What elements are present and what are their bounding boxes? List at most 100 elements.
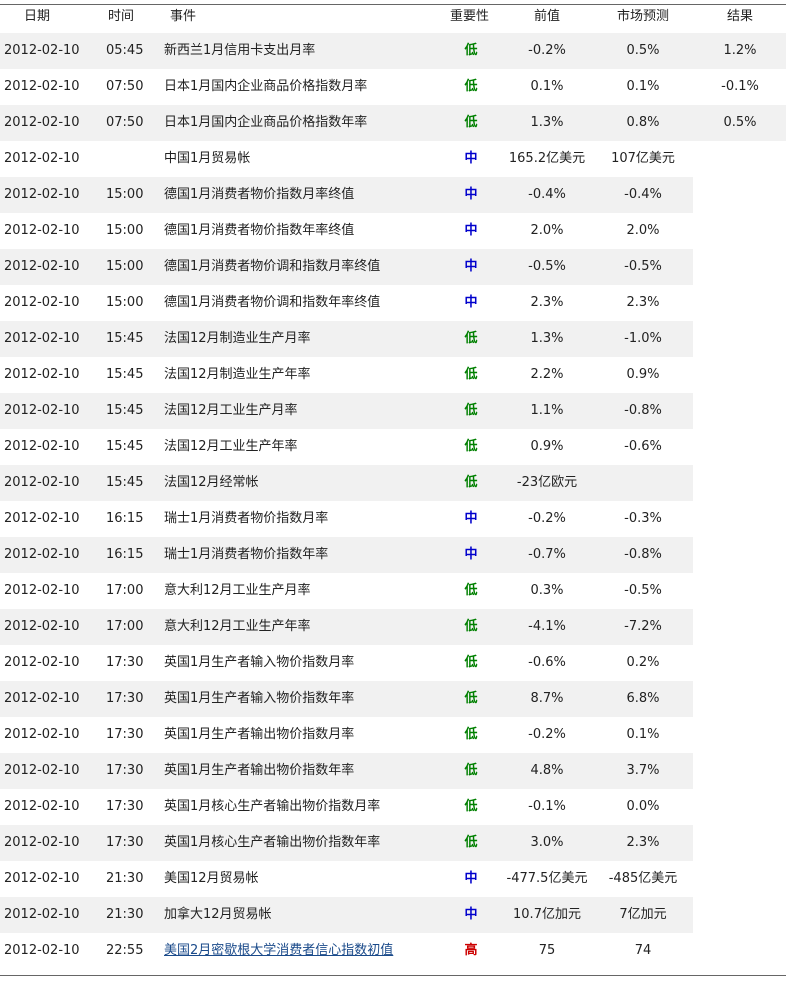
cell-date: 2012-02-10 xyxy=(4,331,80,346)
cell-importance: 低 xyxy=(464,583,478,598)
cell-previous: -0.1% xyxy=(528,799,566,814)
cell-forecast: -0.8% xyxy=(624,547,662,562)
cell-time: 17:30 xyxy=(106,655,144,670)
cell-result xyxy=(700,357,780,393)
table-row: 2012-02-10 15:00 德国1月消费者物价指数月率终值 中 -0.4% -0.4… xyxy=(0,177,786,213)
table-row: 2012-02-10 15:45 法国12月制造业生产年率 低 2.2% 0.9% xyxy=(0,357,786,393)
cell-date: 2012-02-10 xyxy=(4,871,80,886)
table-row: 2012-02-10 07:50 日本1月国内企业商品价格指数月率 低 0.1% 0.1%… xyxy=(0,69,786,105)
cell-date: 2012-02-10 xyxy=(4,295,80,310)
cell-previous: -0.4% xyxy=(528,187,566,202)
cell-date: 2012-02-10 xyxy=(4,151,80,166)
cell-importance: 低 xyxy=(464,403,478,418)
cell-importance: 中 xyxy=(464,151,478,166)
cell-event: 加拿大12月贸易帐 xyxy=(164,907,272,922)
cell-event: 德国1月消费者物价调和指数年率终值 xyxy=(164,295,381,310)
cell-date: 2012-02-10 xyxy=(4,187,80,202)
cell-date: 2012-02-10 xyxy=(4,43,80,58)
cell-result xyxy=(700,681,780,717)
cell-forecast: 6.8% xyxy=(626,691,660,706)
table-row: 2012-02-10 05:45 新西兰1月信用卡支出月率 低 -0.2% 0.5% 1.2… xyxy=(0,33,786,69)
table-row: 2012-02-10 15:00 德国1月消费者物价调和指数年率终值 中 2.3% 2.3… xyxy=(0,285,786,321)
cell-time: 16:15 xyxy=(106,511,144,526)
cell-result xyxy=(700,573,780,609)
cell-previous: 0.9% xyxy=(530,439,564,454)
cell-previous: 2.0% xyxy=(530,223,564,238)
table-row: 2012-02-10 15:45 法国12月经常帐 低 -23亿欧元 xyxy=(0,465,786,501)
cell-event: 英国1月核心生产者输出物价指数年率 xyxy=(164,835,381,850)
cell-previous: 4.8% xyxy=(530,763,564,778)
cell-forecast: 0.8% xyxy=(626,115,660,130)
header-event: 事件 xyxy=(170,9,197,24)
header-result: 结果 xyxy=(726,9,753,24)
cell-result xyxy=(700,933,780,969)
table-row: 2012-02-10 中国1月贸易帐 中 165.2亿美元 107亿美元 xyxy=(0,141,786,177)
cell-importance: 高 xyxy=(464,943,478,958)
cell-time: 17:00 xyxy=(106,583,144,598)
cell-previous: 75 xyxy=(538,943,556,958)
cell-date: 2012-02-10 xyxy=(4,655,80,670)
table-row: 2012-02-10 21:30 加拿大12月贸易帐 中 10.7亿加元 7亿加元 xyxy=(0,897,786,933)
cell-event: 日本1月国内企业商品价格指数年率 xyxy=(164,115,368,130)
cell-date: 2012-02-10 xyxy=(4,439,80,454)
cell-time: 21:30 xyxy=(106,907,144,922)
cell-date: 2012-02-10 xyxy=(4,115,80,130)
table-row: 2012-02-10 17:30 英国1月生产者输出物价指数月率 低 -0.2% 0.1% xyxy=(0,717,786,753)
cell-importance: 低 xyxy=(464,799,478,814)
cell-date: 2012-02-10 xyxy=(4,799,80,814)
cell-previous: -23亿欧元 xyxy=(516,475,578,490)
cell-previous: 165.2亿美元 xyxy=(508,151,586,166)
cell-importance: 低 xyxy=(464,367,478,382)
cell-importance: 低 xyxy=(464,79,478,94)
event-link[interactable]: 美国2月密歇根大学消费者信心指数初值 xyxy=(164,933,393,969)
cell-event: 法国12月制造业生产年率 xyxy=(164,367,311,382)
cell-result xyxy=(700,249,780,285)
cell-event: 法国12月工业生产年率 xyxy=(164,439,298,454)
cell-time: 17:30 xyxy=(106,763,144,778)
cell-date: 2012-02-10 xyxy=(4,943,80,958)
cell-event: 法国12月制造业生产月率 xyxy=(164,331,311,346)
cell-event: 瑞士1月消费者物价指数月率 xyxy=(164,511,329,526)
cell-forecast: -0.5% xyxy=(624,583,662,598)
cell-event: 英国1月核心生产者输出物价指数月率 xyxy=(164,799,381,814)
cell-result xyxy=(700,321,780,357)
table-row: 2012-02-10 07:50 日本1月国内企业商品价格指数年率 低 1.3% 0.8%… xyxy=(0,105,786,141)
cell-event: 法国12月经常帐 xyxy=(164,475,259,490)
cell-event: 中国1月贸易帐 xyxy=(164,151,251,166)
cell-importance: 低 xyxy=(464,619,478,634)
cell-time: 17:30 xyxy=(106,799,144,814)
cell-importance: 中 xyxy=(464,259,478,274)
cell-time: 05:45 xyxy=(106,43,144,58)
table-row: 2012-02-10 21:30 美国12月贸易帐 中 -477.5亿美元 -485亿美元 xyxy=(0,861,786,897)
cell-previous: 2.3% xyxy=(530,295,564,310)
cell-event: 法国12月工业生产月率 xyxy=(164,403,298,418)
cell-importance: 中 xyxy=(464,511,478,526)
cell-result xyxy=(700,213,780,249)
header-date: 日期 xyxy=(24,9,51,24)
cell-importance: 低 xyxy=(464,43,478,58)
cell-forecast: -0.4% xyxy=(624,187,662,202)
cell-importance: 中 xyxy=(464,547,478,562)
cell-time: 15:45 xyxy=(106,331,144,346)
cell-time: 17:30 xyxy=(106,691,144,706)
cell-forecast: 2.3% xyxy=(626,835,660,850)
cell-forecast: -1.0% xyxy=(624,331,662,346)
cell-event: 新西兰1月信用卡支出月率 xyxy=(164,43,316,58)
cell-previous: 0.3% xyxy=(530,583,564,598)
cell-forecast: 74 xyxy=(634,943,652,958)
cell-forecast: 0.1% xyxy=(626,727,660,742)
cell-previous: -0.5% xyxy=(528,259,566,274)
table-row: 2012-02-10 15:45 法国12月工业生产月率 低 1.1% -0.8% xyxy=(0,393,786,429)
cell-previous: -0.6% xyxy=(528,655,566,670)
cell-result xyxy=(700,789,780,825)
cell-previous: -0.2% xyxy=(528,727,566,742)
cell-forecast xyxy=(591,465,695,501)
table-row: 2012-02-10 17:30 英国1月生产者输出物价指数年率 低 4.8% 3.7% xyxy=(0,753,786,789)
header-importance: 重要性 xyxy=(450,9,490,24)
cell-previous: 1.3% xyxy=(530,115,564,130)
cell-forecast: -0.3% xyxy=(624,511,662,526)
cell-time: 17:30 xyxy=(106,727,144,742)
table-header: 日期 时间 事件 重要性 前值 市场预测 结果 xyxy=(0,5,786,29)
cell-forecast: 2.3% xyxy=(626,295,660,310)
cell-previous: -0.2% xyxy=(528,511,566,526)
